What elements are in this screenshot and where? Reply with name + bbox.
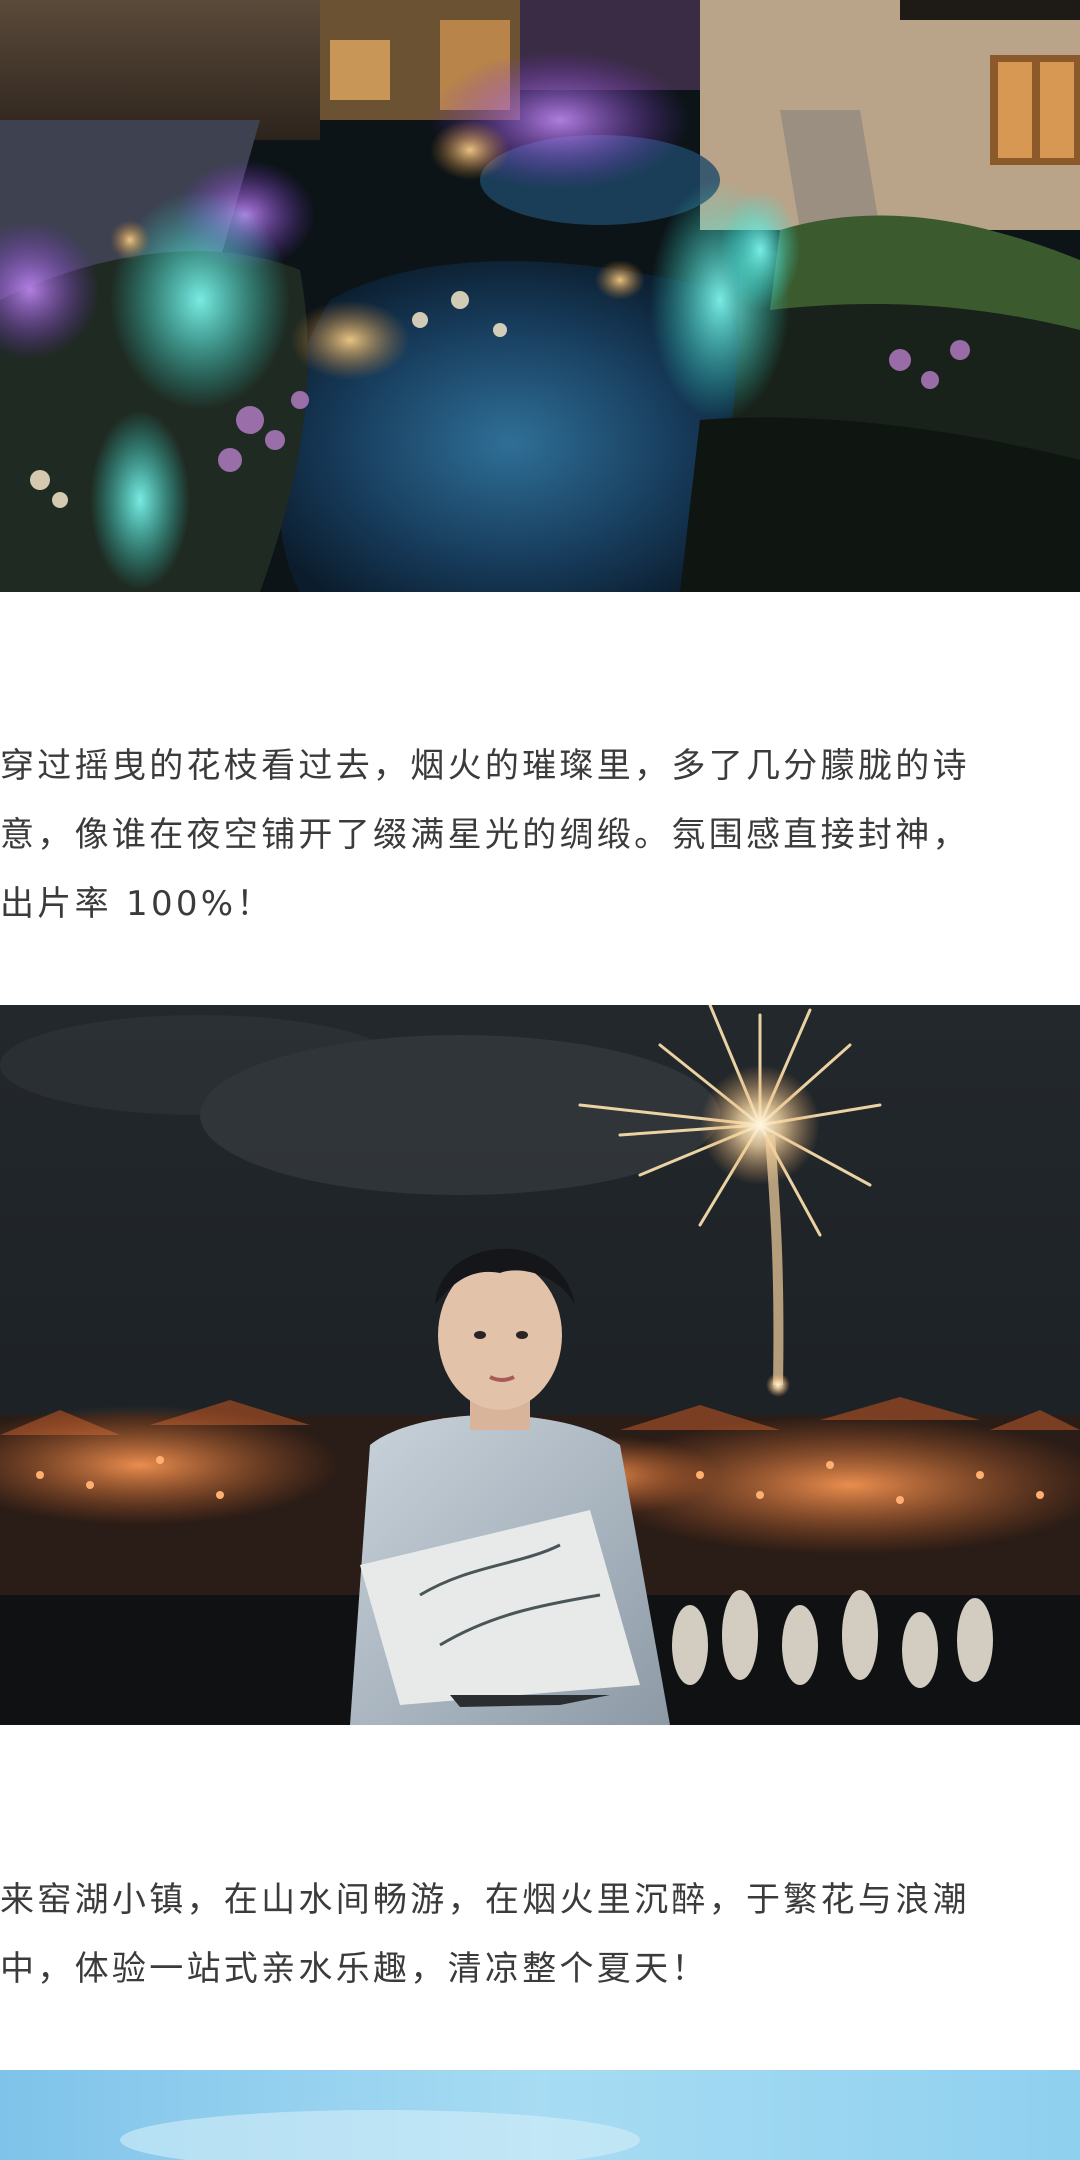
paragraph-line: 穿过摇曳的花枝看过去，烟火的璀璨里，多了几分朦胧的诗: [0, 746, 970, 786]
paragraph-line: 来窑湖小镇，在山水间畅游，在烟火里沉醉，于繁花与浪潮: [0, 1880, 970, 1920]
fireworks-portrait-photo: [0, 1005, 1080, 1725]
night-garden-photo: [0, 0, 1080, 592]
paragraph-line: 出片率 100%！: [0, 884, 274, 924]
paragraph-line: 意，像谁在夜空铺开了缀满星光的绸缎。氛围感直接封神，: [0, 815, 970, 855]
paragraph-yaohu-town: 来窑湖小镇，在山水间畅游，在烟火里沉醉，于繁花与浪潮 中，体验一站式亲水乐趣，清…: [0, 1866, 1080, 2004]
sky-photo: [0, 2070, 1080, 2160]
article-body: 穿过摇曳的花枝看过去，烟火的璀璨里，多了几分朦胧的诗 意，像谁在夜空铺开了缀满星…: [0, 0, 1080, 2160]
paragraph-line: 中，体验一站式亲水乐趣，清凉整个夏天！: [0, 1949, 709, 1989]
paragraph-fireworks-scene: 穿过摇曳的花枝看过去，烟火的璀璨里，多了几分朦胧的诗 意，像谁在夜空铺开了缀满星…: [0, 732, 1080, 939]
